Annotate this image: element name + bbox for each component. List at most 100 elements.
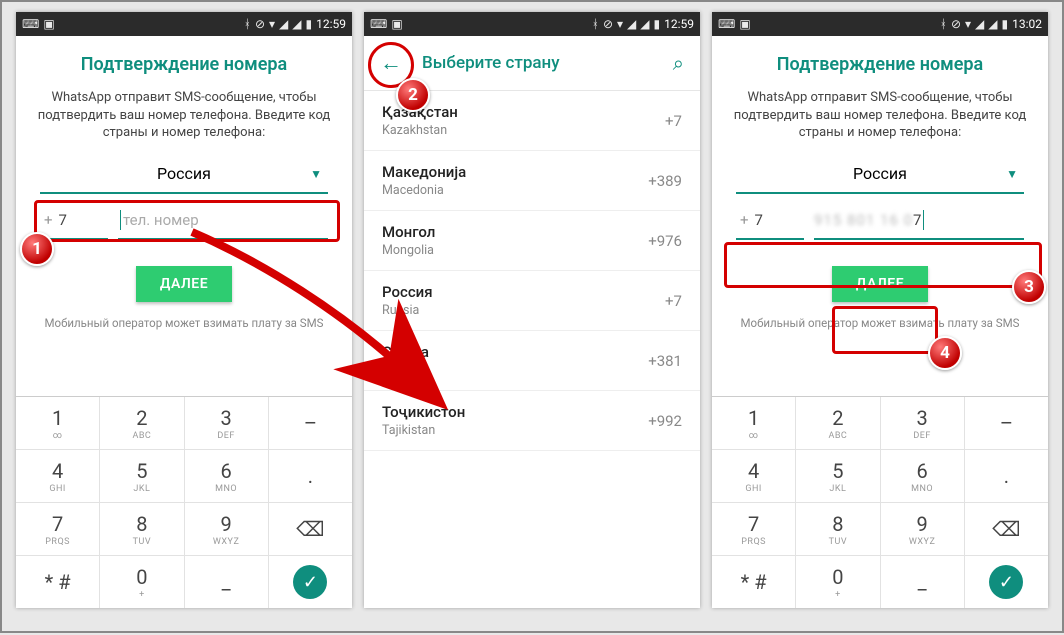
- keypad-key[interactable]: * #: [16, 556, 100, 608]
- clock: 12:59: [664, 17, 694, 31]
- keypad-key-digit: 6: [917, 459, 928, 483]
- dnd-icon: ⊘: [951, 17, 961, 31]
- country-list-item[interactable]: МонголMongolia+976: [364, 211, 700, 271]
- screenshot-icon: ▣: [43, 17, 54, 31]
- phone-number-hidden: 915 801 16 0: [814, 211, 913, 229]
- country-list-item[interactable]: ТоҷикистонTajikistan+992: [364, 391, 700, 451]
- keypad-key[interactable]: .: [269, 450, 352, 503]
- country-code-input[interactable]: + 7: [40, 202, 108, 240]
- keypad-key[interactable]: 6MNO: [881, 450, 965, 503]
- keypad-key-digit: _: [918, 570, 927, 594]
- keypad-key-digit: 8: [136, 512, 147, 536]
- keypad-key[interactable]: * #: [712, 556, 796, 608]
- country-english-name: Macedonia: [382, 183, 466, 198]
- number-keyboard: 1∞2ABC3DEF– 4GHI5JKL6MNO. 7PRQS8TUV9WXYZ…: [712, 396, 1048, 608]
- phone-number-input[interactable]: 915 801 16 07: [814, 202, 1024, 240]
- keypad-key[interactable]: 3DEF: [185, 397, 269, 450]
- check-icon: ✓: [293, 565, 327, 599]
- keypad-key[interactable]: 7PRQS: [712, 503, 796, 556]
- country-dial-code: +389: [648, 172, 682, 190]
- keypad-key-digit: 9: [917, 512, 928, 536]
- keypad-key[interactable]: 0+: [796, 556, 880, 608]
- keypad-key[interactable]: 4GHI: [712, 450, 796, 503]
- country-selector[interactable]: Россия ▼: [40, 156, 328, 194]
- keypad-key-digit: ⌫: [296, 517, 324, 541]
- keypad-key[interactable]: –: [269, 397, 352, 450]
- keypad-key[interactable]: _: [881, 556, 965, 608]
- signal-icon: ◢: [640, 17, 649, 31]
- keypad-enter[interactable]: ✓: [269, 556, 352, 608]
- keypad-key[interactable]: 1∞: [16, 397, 100, 450]
- screenshot-icon: ▣: [391, 17, 402, 31]
- annotation-badge-3: 3: [1012, 270, 1046, 304]
- country-english-name: Kazakhstan: [382, 123, 458, 138]
- country-dial-code: +992: [648, 412, 682, 430]
- keypad-key[interactable]: ⌫: [965, 503, 1048, 556]
- keypad-key[interactable]: 8TUV: [796, 503, 880, 556]
- keypad-key[interactable]: 2ABC: [100, 397, 184, 450]
- keypad-key-letters: TUV: [133, 537, 151, 547]
- search-button[interactable]: ⌕: [673, 51, 690, 75]
- keypad-key[interactable]: 6MNO: [185, 450, 269, 503]
- country-list-item[interactable]: СрбијаSerbia+381: [364, 331, 700, 391]
- keypad-key[interactable]: 4GHI: [16, 450, 100, 503]
- keypad-key-digit: 4: [52, 459, 63, 483]
- keypad-key[interactable]: –: [965, 397, 1048, 450]
- keypad-key-letters: TUV: [829, 537, 847, 547]
- country-native-name: Россия: [382, 283, 433, 301]
- status-bar: ⌨ ▣ ᚼ ⊘ ▾ ◢ ◢ ▮ 12:59: [364, 12, 700, 36]
- annotation-badge-1: 1: [20, 232, 54, 266]
- keypad-key[interactable]: 7PRQS: [16, 503, 100, 556]
- bluetooth-icon: ᚼ: [940, 17, 947, 31]
- country-list-item[interactable]: МакедонијаMacedonia+389: [364, 151, 700, 211]
- country-dial-code: +381: [648, 352, 682, 370]
- dnd-icon: ⊘: [255, 17, 265, 31]
- country-label: Россия: [853, 164, 907, 183]
- country-code-input[interactable]: + 7: [736, 202, 804, 240]
- keypad-key[interactable]: 3DEF: [881, 397, 965, 450]
- country-list[interactable]: ҚазақстанKazakhstan+7МакедонијаMacedonia…: [364, 91, 700, 608]
- annotation-badge-4: 4: [928, 336, 962, 370]
- annotation-badge-2: 2: [396, 78, 430, 112]
- country-selector[interactable]: Россия ▼: [736, 156, 1024, 194]
- next-button[interactable]: ДАЛЕЕ: [136, 266, 232, 302]
- verify-description: WhatsApp отправит SMS-сообщение, чтобы п…: [712, 89, 1048, 156]
- keypad-key[interactable]: _: [185, 556, 269, 608]
- country-english-name: Russia: [382, 303, 433, 318]
- keypad-key[interactable]: 8TUV: [100, 503, 184, 556]
- keypad-key-letters: ∞: [749, 431, 759, 441]
- keypad-key-digit: 2: [832, 406, 843, 430]
- keypad-key-digit: 0: [832, 565, 843, 589]
- next-button[interactable]: ДАЛЕЕ: [832, 266, 928, 302]
- keypad-key-digit: .: [308, 464, 313, 488]
- keypad-key-letters: DEF: [217, 431, 235, 441]
- keypad-key[interactable]: 2ABC: [796, 397, 880, 450]
- keypad-key[interactable]: 5JKL: [796, 450, 880, 503]
- keypad-key-letters: MNO: [911, 484, 933, 494]
- keypad-key[interactable]: 1∞: [712, 397, 796, 450]
- keypad-key[interactable]: .: [965, 450, 1048, 503]
- wifi-icon: ▾: [617, 17, 623, 31]
- country-english-name: Tajikistan: [382, 423, 465, 438]
- sms-fee-note: Мобильный оператор может взимать плату з…: [712, 310, 1048, 337]
- keypad-enter[interactable]: ✓: [965, 556, 1048, 608]
- keypad-key-letters: GHI: [49, 484, 66, 494]
- phone-number-tail: 7: [913, 211, 921, 229]
- keypad-key[interactable]: 5JKL: [100, 450, 184, 503]
- keypad-key[interactable]: 9WXYZ: [185, 503, 269, 556]
- phone-number-input[interactable]: тел. номер: [118, 202, 328, 240]
- keypad-key[interactable]: 0+: [100, 556, 184, 608]
- battery-icon: ▮: [654, 17, 661, 31]
- keypad-key[interactable]: 9WXYZ: [881, 503, 965, 556]
- keypad-key-digit: 9: [221, 512, 232, 536]
- keypad-key-letters: ABC: [132, 431, 151, 441]
- battery-icon: ▮: [306, 17, 313, 31]
- chevron-down-icon: ▼: [310, 167, 322, 181]
- arrow-left-icon: ←: [380, 50, 402, 76]
- dnd-icon: ⊘: [603, 17, 613, 31]
- page-title: Выберите страну: [422, 53, 560, 73]
- country-list-item[interactable]: РоссияRussia+7: [364, 271, 700, 331]
- bluetooth-icon: ᚼ: [244, 17, 251, 31]
- keypad-key[interactable]: ⌫: [269, 503, 352, 556]
- back-button[interactable]: ←: [374, 46, 408, 80]
